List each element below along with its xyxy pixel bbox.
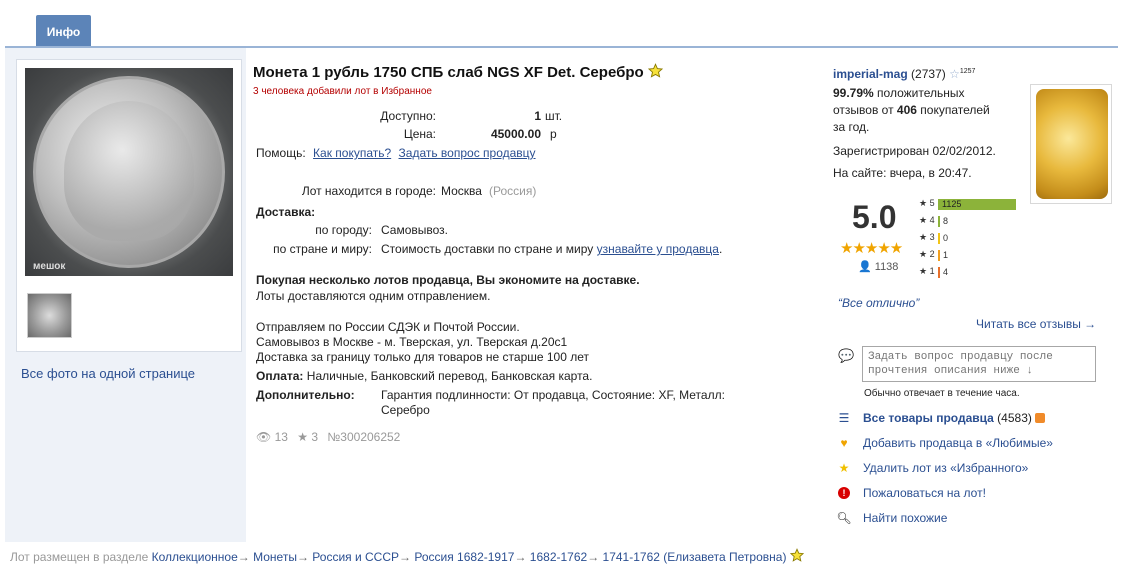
rating-count: 👤 1138 xyxy=(858,261,899,273)
savings-text: Лоты доставляются одним отправлением. xyxy=(256,289,491,303)
rating-bar-5: ★ 5 1125 xyxy=(919,198,1016,210)
list-icon: ☰ xyxy=(838,411,850,425)
heart-icon: ♥ xyxy=(840,436,848,450)
rating-bar-label: ★ 2 xyxy=(919,249,935,259)
breadcrumb-arrow: → xyxy=(237,550,254,564)
rating-bar-label: ★ 4 xyxy=(919,215,935,225)
eye-icon: 👁 xyxy=(256,430,272,444)
savings-heading: Покупая несколько лотов продавца, Вы эко… xyxy=(256,273,640,287)
breadcrumb-arrow: → xyxy=(399,550,415,564)
how-to-buy-link[interactable]: Как покупать? xyxy=(313,146,391,160)
shipping-line-1: Отправляем по России СДЭК и Почтой Росси… xyxy=(256,320,520,334)
lot-title: Монета 1 рубль 1750 СПБ слаб NGS XF Det.… xyxy=(253,63,663,81)
read-all-reviews-link[interactable]: Читать все отзывы → xyxy=(976,317,1096,331)
breadcrumb-link[interactable]: Россия 1682-1917 xyxy=(414,550,514,564)
breadcrumb-arrow: → xyxy=(514,550,530,564)
rating-bar-1: ★ 1 4 xyxy=(919,266,948,278)
favorite-category-star-icon[interactable] xyxy=(789,548,804,562)
search-icon: 🔍︎ xyxy=(836,511,852,525)
seller-sidebar: imperial-mag (2737) ☆1257 99.79% положит… xyxy=(822,48,1118,542)
ask-seller-link[interactable]: Задать вопрос продавцу xyxy=(399,146,536,160)
seller-online: На сайте: вчера, в 20:47. xyxy=(833,166,972,180)
star-icon: ★ xyxy=(838,461,850,475)
seller-name-row: imperial-mag (2737) ☆1257 xyxy=(833,67,976,81)
star-icon: ★ xyxy=(297,430,309,444)
rating-bar-4: ★ 4 8 xyxy=(919,215,948,227)
gold-coin-image xyxy=(1036,89,1108,199)
rating-bar-value: 0 xyxy=(943,233,949,243)
stars-count: 3 xyxy=(311,430,319,444)
rating-stars-icon: ★★★★★ xyxy=(840,240,903,257)
rating-bar-fill xyxy=(938,267,940,278)
favorites-count-note: 3 человека добавили лот в Избранное xyxy=(253,86,432,97)
seller-name-link[interactable]: imperial-mag xyxy=(833,67,908,81)
breadcrumb-arrow: → xyxy=(296,550,313,564)
breadcrumb-link[interactable]: Коллекционное xyxy=(152,550,238,564)
review-quote[interactable]: “Все отлично” xyxy=(838,296,919,310)
person-icon: 👤 xyxy=(858,261,872,273)
response-time-note: Обычно отвечает в течение часа. xyxy=(864,388,1020,399)
chat-bubble-icon: 💬 xyxy=(838,348,855,363)
rating-bar-label: ★ 5 xyxy=(919,198,935,208)
coin-image xyxy=(33,76,225,268)
shipping-line-2: Самовывоз в Москве - м. Тверская, ул. Тв… xyxy=(256,335,568,349)
delivery-heading: Доставка: xyxy=(256,205,316,219)
rss-icon[interactable] xyxy=(1035,413,1046,423)
rating-value: 5.0 xyxy=(852,199,897,235)
help-row: Помощь: Как покупать? Задать вопрос прод… xyxy=(256,146,536,160)
coin-portrait xyxy=(64,101,194,241)
rating-bar-2: ★ 2 1 xyxy=(919,249,948,261)
tab-info[interactable]: Инфо xyxy=(36,15,91,48)
price-value: 45000.00 xyxy=(490,127,541,141)
rating-bar-value: 8 xyxy=(943,216,949,226)
rating-bar-label: ★ 1 xyxy=(919,266,935,276)
main-photo[interactable]: мешок xyxy=(25,68,233,276)
extra-row: Дополнительно: Гарантия подлинности: От … xyxy=(256,388,725,417)
payment-row: Оплата: Наличные, Банковский перевод, Ба… xyxy=(256,369,593,383)
seller-positive: 99.79% положительных отзывов от 406 поку… xyxy=(833,86,990,134)
rating-bar-label: ★ 3 xyxy=(919,232,935,242)
breadcrumb: Лот размещен в разделе Коллекционное→ Мо… xyxy=(10,548,804,564)
photo-gallery: мешок xyxy=(16,59,242,352)
favorite-star-icon[interactable] xyxy=(647,63,663,78)
photo-watermark: мешок xyxy=(33,261,66,272)
lot-stats: 👁 13 ★ 3 №300206252 xyxy=(256,430,400,444)
lot-number: №300206252 xyxy=(327,430,401,444)
rating-bar-value: 4 xyxy=(943,267,949,277)
shipping-line-3: Доставка за границу только для товаров н… xyxy=(256,350,590,364)
ask-seller-input[interactable] xyxy=(862,346,1096,382)
breadcrumb-arrow: → xyxy=(587,550,603,564)
tab-bar: Инфо xyxy=(0,0,1126,48)
photo-thumbnail[interactable] xyxy=(27,293,72,338)
alert-icon: ! xyxy=(836,485,852,501)
rating-bar-fill xyxy=(938,216,940,227)
breadcrumb-link[interactable]: 1741-1762 (Елизавета Петровна) xyxy=(603,550,787,564)
ask-delivery-link[interactable]: узнавайте у продавца xyxy=(597,242,719,256)
lot-container: мешок Все фото на одной странице Монета … xyxy=(5,48,1118,542)
breadcrumb-link[interactable]: Монеты xyxy=(253,550,297,564)
rating-bar-value: 1125 xyxy=(942,199,962,209)
rating-bar-3: ★ 3 0 xyxy=(919,232,948,244)
rating-bar-fill xyxy=(938,233,940,244)
seller-registered: Зарегистрирован 02/02/2012. xyxy=(833,144,996,158)
breadcrumb-link[interactable]: Россия и СССР xyxy=(312,550,399,564)
breadcrumb-items: Коллекционное→ Монеты→ Россия и СССР→ Ро… xyxy=(152,550,787,564)
breadcrumb-link[interactable]: 1682-1762 xyxy=(530,550,587,564)
rating-bar-value: 1 xyxy=(943,250,949,260)
views-count: 13 xyxy=(274,430,288,444)
all-photos-link[interactable]: Все фото на одной странице xyxy=(21,366,195,381)
seller-star-icon: ☆ xyxy=(949,67,960,81)
rating-bar-fill xyxy=(938,250,940,261)
seller-avatar[interactable] xyxy=(1030,84,1112,204)
